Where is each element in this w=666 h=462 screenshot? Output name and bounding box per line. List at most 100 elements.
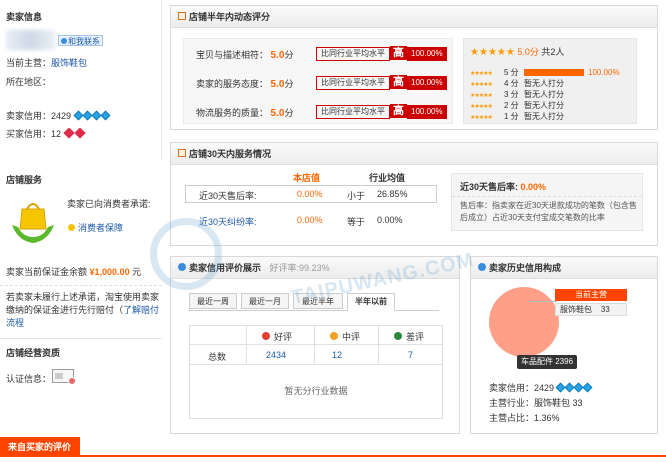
good-rate: 99.23% <box>299 263 330 273</box>
service30-icon <box>178 149 186 157</box>
good-review-icon <box>262 332 270 340</box>
rating-compare: 比同行业平均水平高 100.00% <box>316 75 447 90</box>
pie-label-cat: 服饰鞋包 33 <box>555 303 627 316</box>
history-panel: 卖家历史信用构成 当前主营 服饰鞋包 33 车品配件 2396 卖家信用：242… <box>470 256 658 434</box>
rating-unit: 分 <box>284 79 294 89</box>
count-good[interactable]: 2434 <box>266 350 286 360</box>
user-icon <box>478 263 486 271</box>
deposit-unit: 元 <box>132 267 142 277</box>
certificate-icon[interactable] <box>52 369 76 385</box>
deposit-divider <box>0 285 162 286</box>
service-row-shop: 0.00% <box>297 189 323 199</box>
star-icon: ★★★★★ <box>470 82 493 88</box>
history-pie[interactable] <box>489 287 559 357</box>
detail-title: 近30天售后率: <box>460 182 519 192</box>
detail-divider <box>452 196 642 197</box>
rating-row: 物流服务的质量： 5.0分 <box>196 106 293 119</box>
rating-row: 宝贝与描述相符： 5.0分 <box>196 48 293 61</box>
deposit-row: 卖家当前保证金余额 ¥1,000.00 元 <box>6 265 141 278</box>
promise-text: 卖家已向消费者承诺: <box>67 199 151 209</box>
service30-header: 店铺30天内服务情况 <box>171 143 657 165</box>
guarantee-link-row[interactable]: 消费者保障 <box>68 221 123 234</box>
summary-count: 共2人 <box>541 47 565 57</box>
level-pct: 100.00% <box>407 105 447 119</box>
buyer-credit-row: 买家信用：12 <box>6 127 87 140</box>
seller-credit-label: 卖家信用： <box>6 111 52 121</box>
dist-bar <box>524 69 584 77</box>
history-header: 卖家历史信用构成 <box>471 257 657 279</box>
star-icon: ★★★★★ <box>470 104 493 110</box>
tab-month[interactable]: 最近一月 <box>241 293 289 309</box>
tab-week[interactable]: 最近一周 <box>189 293 237 309</box>
dist-row: ★★★★★ 5 分 100.00% <box>470 67 632 77</box>
dist-value: 暂无人打分 <box>524 79 564 88</box>
compare-label: 比同行业平均水平 <box>316 76 390 90</box>
header-neutral: 中评 <box>330 330 360 343</box>
summary-score: 5.0分 <box>517 47 539 57</box>
service30-panel: 店铺30天内服务情况 本店值 行业均值 近30天售后率: 0.00% 小于 26… <box>170 142 658 246</box>
header-neutral-label: 中评 <box>342 332 361 342</box>
main-business-link[interactable]: 服饰鞋包 <box>51 58 87 68</box>
star-icon: ★★★★★ <box>470 71 493 77</box>
ratings-icon <box>178 12 186 20</box>
dist-label: 4 分 <box>504 79 519 88</box>
col-industry-header: 行业均值 <box>369 173 406 183</box>
dist-label: 3 分 <box>504 90 519 99</box>
row-total-label: 总数 <box>208 352 227 362</box>
rating-score: 5.0 <box>270 50 285 61</box>
history-share-value: 1.36% <box>534 413 560 423</box>
service-row-cmp: 等于 <box>347 217 366 227</box>
history-industry-row: 主营行业：服饰鞋包 33 <box>489 396 583 409</box>
bad-review-icon <box>394 332 402 340</box>
level-pct: 100.00% <box>407 47 447 61</box>
pie-leader-line <box>529 301 557 302</box>
pie-tooltip: 车品配件 2396 <box>517 355 578 369</box>
service-row-label: 近30天售后率: <box>199 191 257 201</box>
rating-row: 卖家的服务态度： 5.0分 <box>196 77 293 90</box>
ratings-title: 店铺半年内动态评分 <box>189 12 271 22</box>
buyer-reviews-tab[interactable]: 来自买家的评价 <box>0 437 80 457</box>
ratings-header: 店铺半年内动态评分 <box>171 6 657 28</box>
dist-label: 1 分 <box>504 112 519 121</box>
buyer-credit-value: 12 <box>51 129 62 139</box>
star-icon: ★ <box>505 47 515 58</box>
level-badge: 高 <box>390 104 407 118</box>
detail-value: 0.00% <box>520 182 547 192</box>
level-pct: 100.00% <box>407 76 447 90</box>
star-icon: ★ <box>470 47 479 58</box>
seller-info-section: 卖家信息 和我联系 当前主营：服饰鞋包 所在地区： 卖家信用：2429 买家信用… <box>0 0 162 160</box>
contact-button[interactable]: 和我联系 <box>58 35 103 46</box>
dist-value: 暂无人打分 <box>524 90 564 99</box>
dist-label: 2 分 <box>504 101 519 110</box>
star-icon: ★ <box>496 47 506 58</box>
watermark-logo <box>150 218 222 290</box>
guarantee-link[interactable]: 消费者保障 <box>78 223 123 233</box>
level-badge: 高 <box>390 46 407 60</box>
history-credit-row: 卖家信用：2429 <box>489 381 593 394</box>
rating-compare: 比同行业平均水平高 100.00% <box>316 104 447 119</box>
dist-row: ★★★★★ 3 分暂无人打分 <box>470 89 632 99</box>
buyer-reviews-bar <box>0 455 666 457</box>
rating-label: 物流服务的质量： <box>196 108 269 118</box>
seller-credit-row: 卖家信用：2429 <box>6 109 111 122</box>
history-industry-label: 主营行业： <box>489 398 535 408</box>
count-bad[interactable]: 7 <box>408 350 413 360</box>
shop-service-title: 店铺服务 <box>6 175 43 185</box>
col-shop-header: 本店值 <box>293 173 321 183</box>
star-icon: ★ <box>478 47 488 58</box>
contact-label: 和我联系 <box>68 37 100 46</box>
level-badge: 高 <box>390 75 407 89</box>
compare-label: 比同行业平均水平 <box>316 47 390 61</box>
cert-label: 认证信息： <box>6 374 52 384</box>
header-bad: 差评 <box>394 330 424 343</box>
header-bad-label: 差评 <box>406 332 425 342</box>
header-good-label: 好评 <box>274 332 293 342</box>
seller-info-title: 卖家信息 <box>6 12 43 22</box>
history-industry-value: 服饰鞋包 33 <box>534 398 583 408</box>
main-business-label: 当前主营： <box>6 58 52 68</box>
service-row-shop: 0.00% <box>297 215 323 225</box>
rating-score: 5.0 <box>270 108 285 119</box>
diamond-icon <box>100 110 111 121</box>
count-neutral[interactable]: 12 <box>332 350 342 360</box>
history-share-label: 主营占比： <box>489 413 535 423</box>
